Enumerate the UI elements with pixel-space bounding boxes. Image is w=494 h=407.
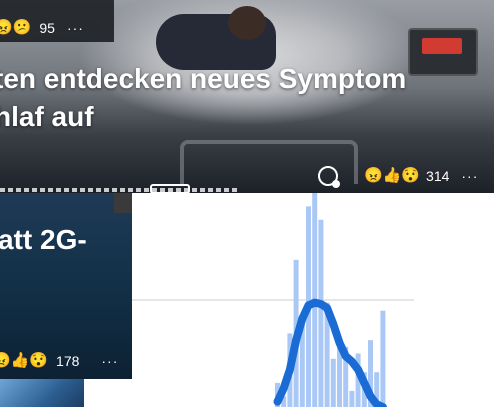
carousel-indicator[interactable]: [150, 184, 190, 193]
add-reaction-icon[interactable]: [318, 166, 340, 188]
hero-news-card[interactable]: 😠😕 95 ··· ten entdecken neues Symptom hl…: [0, 0, 494, 193]
chart-bar: [337, 348, 342, 407]
more-options-icon[interactable]: ···: [67, 20, 84, 36]
reaction-count: 314: [426, 168, 450, 184]
hero-reactions[interactable]: 😠👍😯 314 ···: [364, 167, 478, 185]
monitor-screen: [422, 38, 462, 54]
card-headline: att 2G-: [0, 224, 87, 255]
news-card-thumbnail[interactable]: [0, 379, 84, 407]
more-options-icon[interactable]: ···: [461, 168, 478, 184]
reaction-emojis: 😠👍😯: [0, 352, 49, 369]
reaction-emojis: 😠😕: [0, 19, 32, 36]
reaction-emojis: 😠👍😯: [364, 167, 421, 184]
card-corner: [114, 193, 132, 213]
card-reactions[interactable]: 😠👍😯 178 ···: [0, 352, 118, 370]
hero-action-bar: 😠👍😯 314 ···: [310, 166, 494, 190]
top-reaction-bar: 😠😕 95 ···: [0, 0, 114, 42]
headline-line-1: ten entdecken neues Symptom: [0, 63, 407, 94]
news-card-2g[interactable]: att 2G- 😠👍😯 178 ···: [0, 193, 132, 379]
chart-bar: [330, 358, 336, 407]
chart: [132, 193, 414, 407]
headline-line-2: hlaf auf: [0, 101, 94, 132]
reaction-count: 95: [39, 20, 55, 36]
chart-bar: [380, 310, 386, 407]
chart-bar: [318, 219, 324, 407]
patient-head: [228, 6, 266, 40]
top-reactions[interactable]: 😠😕 95 ···: [0, 19, 84, 37]
more-options-icon[interactable]: ···: [101, 353, 118, 369]
chart-trend-line: [273, 298, 387, 407]
reaction-count: 178: [56, 353, 80, 369]
carousel-progress: [0, 188, 240, 192]
chart-bar: [349, 390, 355, 407]
hero-headline[interactable]: ten entdecken neues Symptom hlaf auf: [0, 60, 494, 136]
